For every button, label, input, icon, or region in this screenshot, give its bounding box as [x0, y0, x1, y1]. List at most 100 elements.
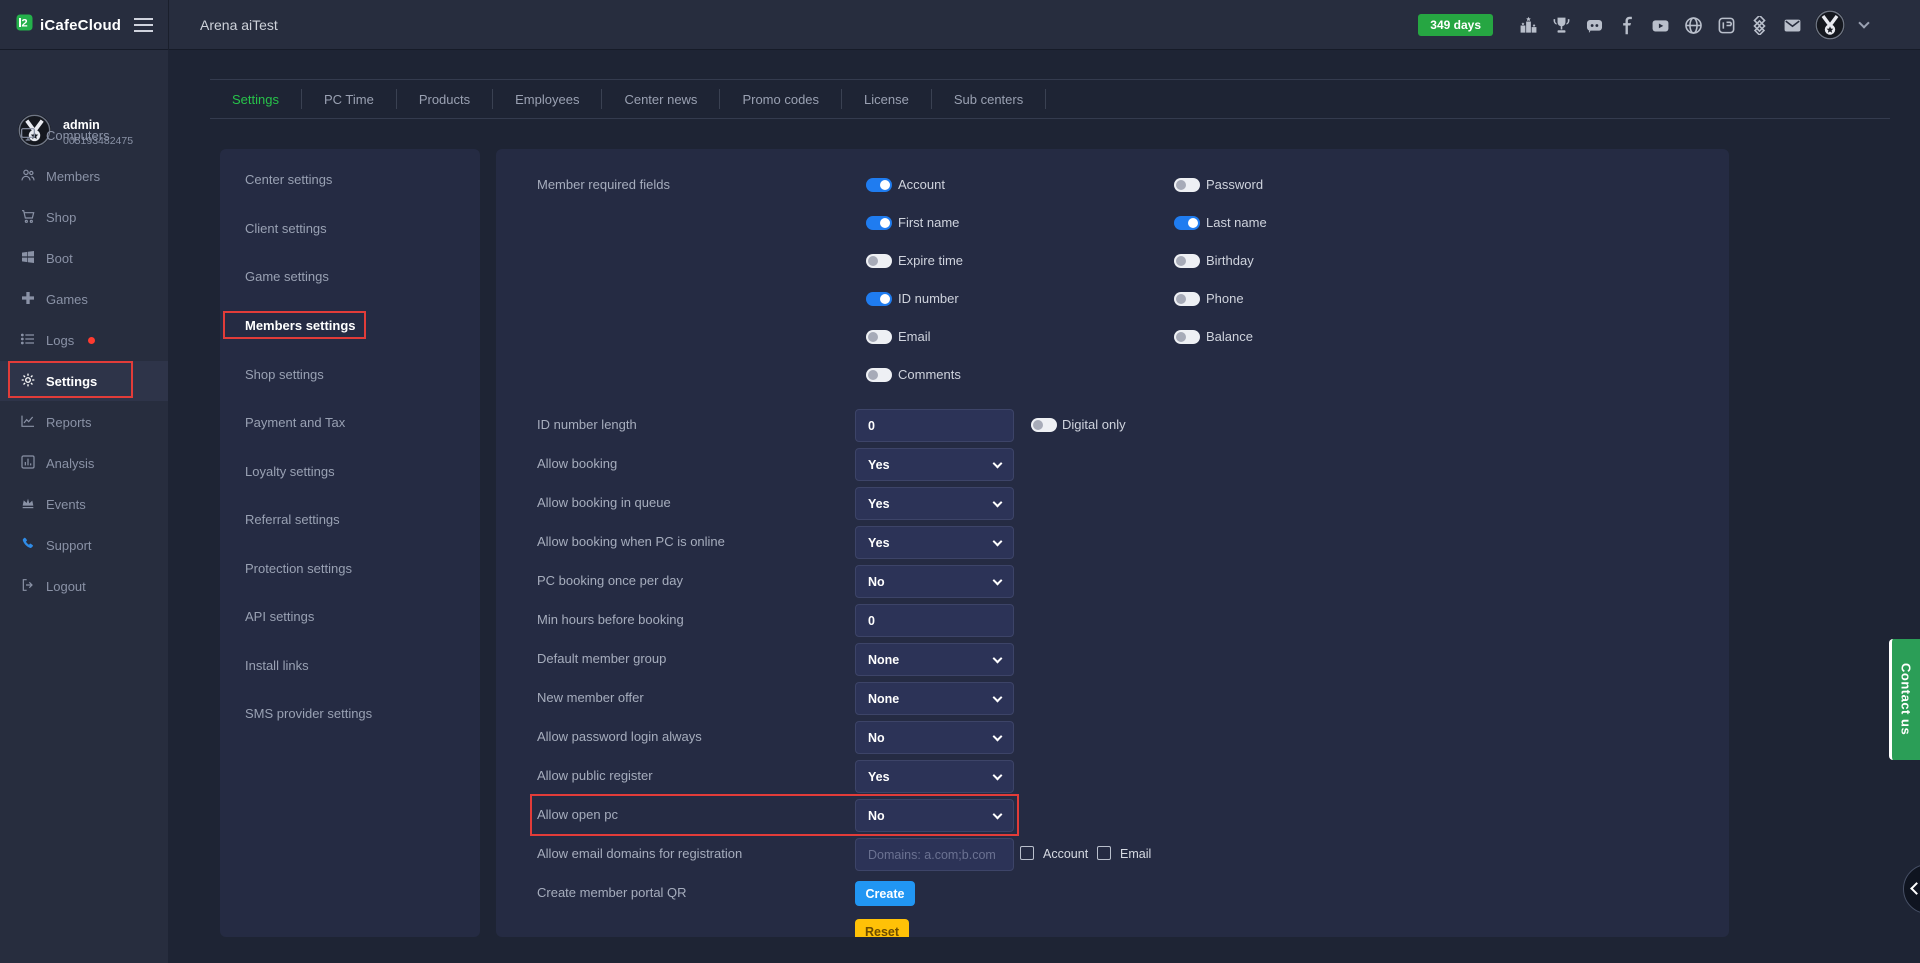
settings-menu-panel: Center settings Client settings Game set… — [220, 149, 480, 937]
toggle-comments-label: Comments — [898, 367, 961, 383]
tab-settings[interactable]: Settings — [210, 89, 302, 109]
create-button[interactable]: Create — [855, 881, 915, 906]
sidebar-item-settings[interactable]: Settings — [0, 361, 168, 401]
menu-api-settings[interactable]: API settings — [245, 609, 314, 625]
sidebar-item-boot[interactable]: Boot — [0, 238, 168, 278]
allow-email-domains-label: Allow email domains for registration — [537, 846, 742, 862]
allow-booking-pc-online-select[interactable]: Yes — [855, 526, 1014, 559]
people-icon — [20, 167, 36, 186]
toggle-balance-label: Balance — [1206, 329, 1253, 345]
checkbox-account[interactable] — [1020, 846, 1034, 860]
toggle-balance[interactable] — [1174, 330, 1200, 344]
toggle-birthday[interactable] — [1174, 254, 1200, 268]
id-number-length-input[interactable] — [855, 409, 1014, 442]
menu-referral-settings[interactable]: Referral settings — [245, 512, 340, 528]
discord-icon[interactable] — [1584, 15, 1604, 35]
facebook-icon[interactable] — [1617, 15, 1637, 35]
create-member-portal-qr-label: Create member portal QR — [537, 885, 687, 901]
app-logo[interactable]: 2 iCafeCloud — [16, 0, 121, 50]
toggle-id-number[interactable] — [866, 292, 892, 306]
toggle-first-name[interactable] — [866, 216, 892, 230]
sidebar-item-members[interactable]: Members — [0, 156, 168, 196]
menu-install-links[interactable]: Install links — [245, 658, 309, 674]
toggle-id-number-label: ID number — [898, 291, 959, 307]
menu-payment-and-tax[interactable]: Payment and Tax — [245, 415, 345, 431]
allow-booking-in-queue-select[interactable]: Yes — [855, 487, 1014, 520]
min-hours-before-booking-input[interactable] — [855, 604, 1014, 637]
allow-password-login-always-select[interactable]: No — [855, 721, 1014, 754]
checkbox-account-label: Account — [1043, 846, 1088, 862]
menu-sms-provider-settings[interactable]: SMS provider settings — [245, 706, 372, 722]
toggle-digital-only[interactable] — [1031, 418, 1057, 432]
youtube-icon[interactable] — [1650, 15, 1670, 35]
logout-icon — [20, 577, 36, 596]
sidebar-item-logout[interactable]: Logout — [0, 566, 168, 606]
line-chart-icon — [20, 413, 36, 432]
toggle-last-name[interactable] — [1174, 216, 1200, 230]
menu-center-settings[interactable]: Center settings — [245, 172, 332, 188]
sidebar-item-logs[interactable]: Logs — [0, 320, 168, 360]
menu-protection-settings[interactable]: Protection settings — [245, 561, 352, 577]
allow-booking-select[interactable]: Yes — [855, 448, 1014, 481]
hamburger-menu-icon[interactable] — [134, 18, 153, 36]
toggle-first-name-label: First name — [898, 215, 959, 231]
reset-button[interactable]: Reset — [855, 919, 909, 937]
toggle-expire-time[interactable] — [866, 254, 892, 268]
icafecloud-icon[interactable] — [1716, 15, 1736, 35]
sidebar-item-reports[interactable]: Reports — [0, 402, 168, 442]
bar-chart-icon — [20, 454, 36, 473]
allow-public-register-select[interactable]: Yes — [855, 760, 1014, 793]
topbar-divider — [168, 0, 169, 50]
pc-booking-once-per-day-select[interactable]: No — [855, 565, 1014, 598]
checkbox-email[interactable] — [1097, 846, 1111, 860]
default-member-group-select[interactable]: None — [855, 643, 1014, 676]
tab-bar: Settings PC Time Products Employees Cent… — [210, 80, 1046, 118]
chevron-down-icon[interactable] — [1858, 17, 1869, 28]
new-member-offer-label: New member offer — [537, 690, 644, 706]
member-required-fields-label: Member required fields — [537, 177, 670, 193]
email-domains-input[interactable] — [855, 838, 1014, 871]
globe-icon[interactable] — [1683, 15, 1703, 35]
layers-icon[interactable] — [1749, 15, 1769, 35]
chevron-down-icon — [993, 653, 1003, 663]
allow-open-pc-select[interactable]: No — [855, 799, 1014, 832]
sidebar-item-shop[interactable]: Shop — [0, 197, 168, 237]
logs-alert-dot — [88, 337, 95, 344]
contact-us-tab[interactable]: Contact us — [1889, 639, 1920, 760]
sidebar-item-support[interactable]: Support — [0, 525, 168, 565]
tab-products[interactable]: Products — [397, 89, 493, 109]
toggle-phone[interactable] — [1174, 292, 1200, 306]
toggle-account[interactable] — [866, 178, 892, 192]
collapse-chevron-button[interactable] — [1903, 864, 1920, 914]
topbar-right: 349 days — [1418, 0, 1868, 50]
tab-promo-codes[interactable]: Promo codes — [720, 89, 842, 109]
top-bar: 2 iCafeCloud Arena aiTest 349 days — [0, 0, 1920, 50]
sidebar-item-games[interactable]: Games — [0, 279, 168, 319]
sidebar-item-events[interactable]: Events — [0, 484, 168, 524]
menu-client-settings[interactable]: Client settings — [245, 221, 327, 237]
toggle-password[interactable] — [1174, 178, 1200, 192]
new-member-offer-select[interactable]: None — [855, 682, 1014, 715]
sidebar-item-analysis[interactable]: Analysis — [0, 443, 168, 483]
chevron-down-icon — [993, 770, 1003, 780]
ranking-podium-icon[interactable] — [1518, 15, 1538, 35]
menu-shop-settings[interactable]: Shop settings — [245, 367, 324, 383]
svg-text:2: 2 — [21, 18, 27, 30]
toggle-phone-label: Phone — [1206, 291, 1244, 307]
tab-employees[interactable]: Employees — [493, 89, 602, 109]
tab-pc-time[interactable]: PC Time — [302, 89, 397, 109]
menu-game-settings[interactable]: Game settings — [245, 269, 329, 285]
user-avatar[interactable] — [1815, 10, 1845, 40]
sidebar-item-computers[interactable]: Computers — [0, 115, 168, 155]
license-days-badge[interactable]: 349 days — [1418, 14, 1493, 36]
tab-license[interactable]: License — [842, 89, 932, 109]
tab-center-news[interactable]: Center news — [602, 89, 720, 109]
trophy-icon[interactable] — [1551, 15, 1571, 35]
toggle-comments[interactable] — [866, 368, 892, 382]
tab-sub-centers[interactable]: Sub centers — [932, 89, 1046, 109]
menu-members-settings[interactable]: Members settings — [245, 318, 356, 334]
menu-loyalty-settings[interactable]: Loyalty settings — [245, 464, 335, 480]
toggle-email[interactable] — [866, 330, 892, 344]
mail-icon[interactable] — [1782, 15, 1802, 35]
chevron-down-icon — [993, 575, 1003, 585]
